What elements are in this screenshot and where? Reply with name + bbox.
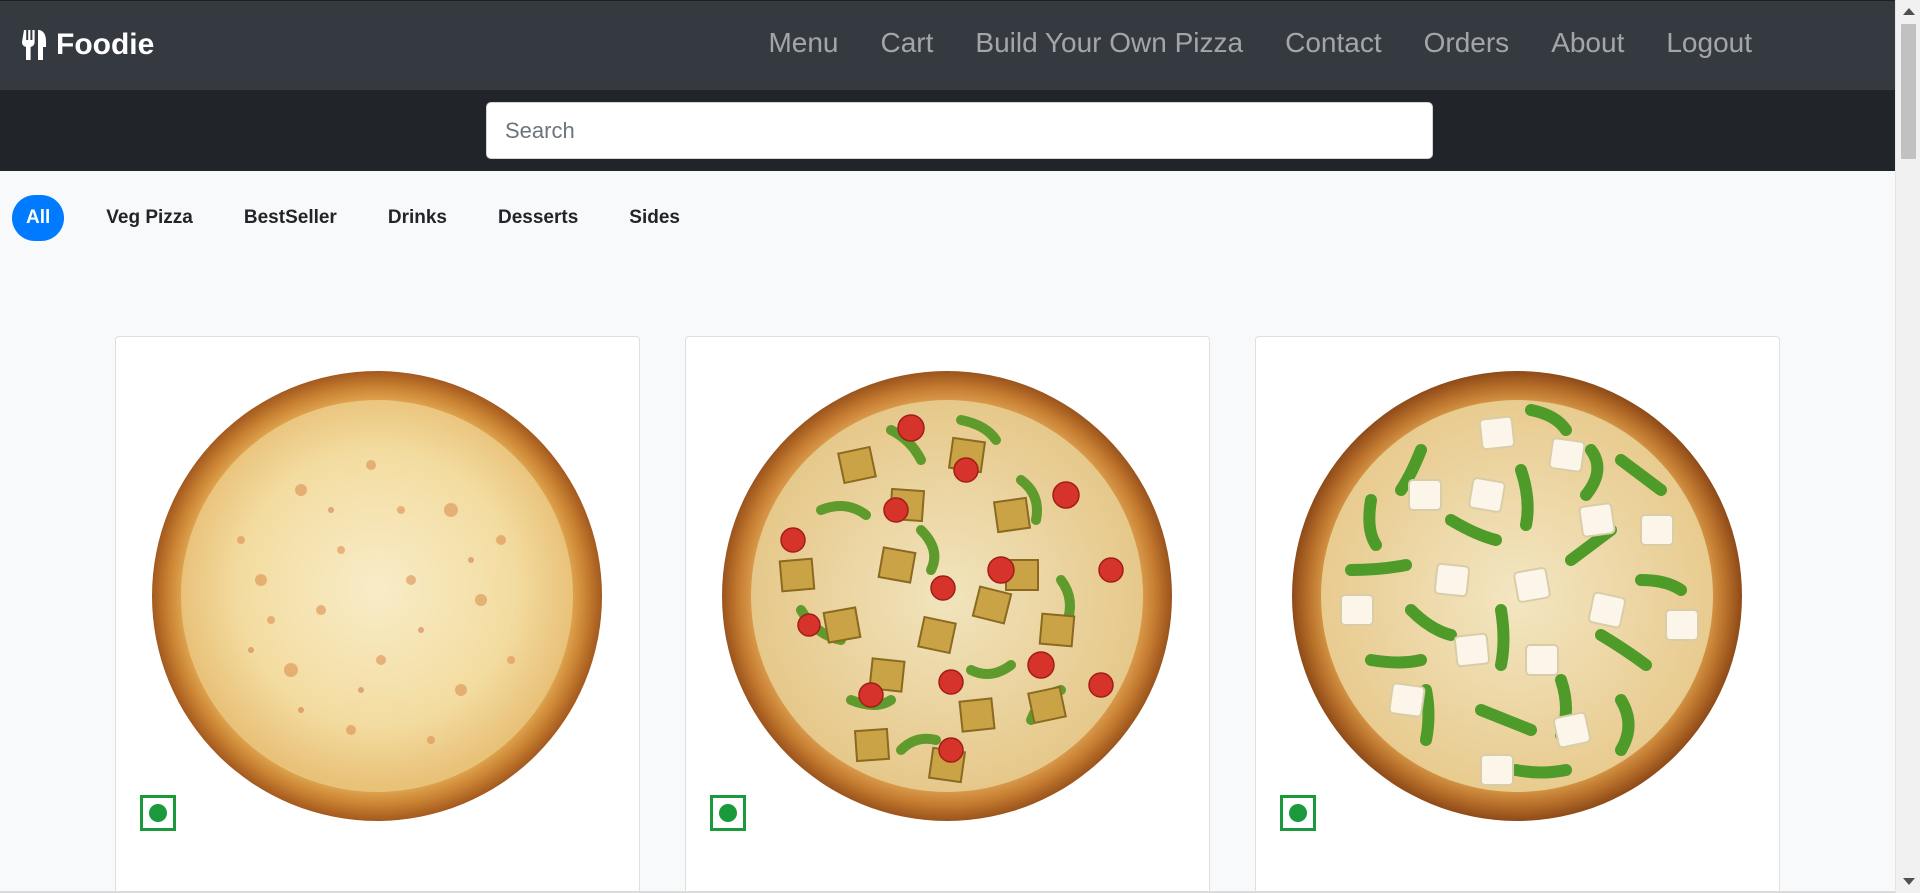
search-bar-container: [0, 90, 1895, 171]
veg-indicator-icon: [710, 795, 746, 831]
scroll-up-arrow-icon[interactable]: [1903, 8, 1915, 15]
paneer-tikka-pizza-image: [722, 371, 1172, 821]
product-card[interactable]: [685, 336, 1210, 893]
nav-build-pizza-link[interactable]: Build Your Own Pizza: [975, 27, 1243, 59]
nav-links: Menu Cart Build Your Own Pizza Contact O…: [768, 27, 1752, 59]
scrollbar-thumb[interactable]: [1901, 24, 1916, 159]
category-filter: All Veg Pizza BestSeller Drinks Desserts…: [12, 195, 717, 241]
margherita-pizza-image: [152, 371, 602, 821]
brand-name: Foodie: [56, 28, 155, 61]
nav-about-link[interactable]: About: [1551, 27, 1624, 59]
veg-indicator-icon: [1280, 795, 1316, 831]
nav-logout-link[interactable]: Logout: [1666, 27, 1752, 59]
scroll-down-arrow-icon[interactable]: [1903, 878, 1915, 885]
brand-logo[interactable]: Foodie: [22, 28, 154, 62]
paneer-capsicum-pizza-image: [1292, 371, 1742, 821]
veg-indicator-icon: [140, 795, 176, 831]
top-navbar: Foodie Menu Cart Build Your Own Pizza Co…: [0, 0, 1895, 90]
product-card[interactable]: [115, 336, 640, 893]
category-sides-pill[interactable]: Sides: [615, 195, 694, 241]
utensils-icon: [22, 30, 46, 60]
category-desserts-pill[interactable]: Desserts: [484, 195, 592, 241]
category-all-pill[interactable]: All: [12, 195, 65, 241]
page-scrollbar[interactable]: [1895, 0, 1920, 893]
nav-orders-link[interactable]: Orders: [1424, 27, 1510, 59]
nav-cart-link[interactable]: Cart: [880, 27, 933, 59]
nav-contact-link[interactable]: Contact: [1285, 27, 1382, 59]
nav-menu-link[interactable]: Menu: [768, 27, 838, 59]
category-drinks-pill[interactable]: Drinks: [374, 195, 461, 241]
category-veg-pizza-pill[interactable]: Veg Pizza: [92, 195, 207, 241]
product-card[interactable]: [1255, 336, 1780, 893]
search-input[interactable]: [486, 102, 1433, 159]
category-bestseller-pill[interactable]: BestSeller: [230, 195, 351, 241]
